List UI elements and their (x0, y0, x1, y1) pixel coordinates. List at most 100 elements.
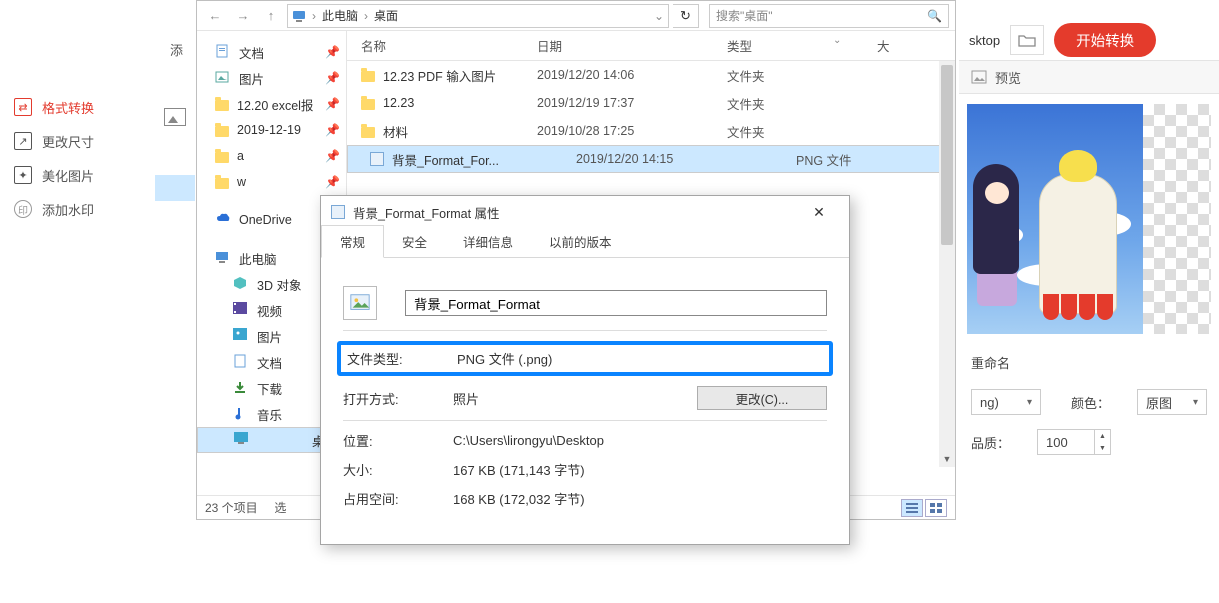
change-button[interactable]: 更改(C)... (697, 386, 827, 410)
close-button[interactable]: ✕ (799, 198, 839, 226)
right-panel: sktop 开始转换 预览 (959, 20, 1219, 462)
start-convert-button[interactable]: 开始转换 (1054, 23, 1156, 57)
vid-icon (233, 302, 249, 318)
file-row[interactable]: 背景_Format_For... 2019/12/20 14:15 PNG 文件 (347, 145, 955, 173)
sidebar-item-format[interactable]: ⇄ 格式转换 (0, 90, 150, 124)
search-input[interactable]: 搜索"桌面" 🔍 (709, 4, 949, 28)
tree-label: 3D 对象 (257, 275, 301, 294)
file-date: 2019/10/28 17:25 (537, 124, 727, 138)
file-name: 12.23 PDF 输入图片 (383, 66, 496, 85)
folder-icon (215, 126, 229, 137)
refresh-button[interactable]: ↻ (673, 4, 699, 28)
tree-label: 图片 (239, 69, 264, 88)
file-date: 2019/12/19 17:37 (537, 96, 727, 110)
open-folder-button[interactable] (1010, 25, 1044, 55)
file-row[interactable]: 12.232019/12/19 17:37文件夹 (347, 89, 955, 117)
crumb-sep-icon: › (364, 9, 368, 23)
view-icons-button[interactable] (925, 499, 947, 517)
tree-node[interactable]: w📌 (197, 169, 346, 195)
format-select[interactable]: ng) ▾ (971, 389, 1041, 415)
nav-up-button[interactable]: ↑ (259, 4, 283, 28)
col-type[interactable]: 类型 (727, 36, 877, 55)
props-tab[interactable]: 常规 (321, 225, 384, 258)
col-name[interactable]: 名称 (347, 36, 537, 55)
column-headers[interactable]: 名称 日期 类型 大 (347, 31, 955, 61)
pc-icon (292, 9, 306, 23)
tree-node[interactable]: 2019-12-19📌 (197, 117, 346, 143)
file-row[interactable]: 12.23 PDF 输入图片2019/12/20 14:06文件夹 (347, 61, 955, 89)
pic2-icon (233, 328, 249, 344)
size-label: 大小: (343, 460, 453, 479)
tree-label: 视频 (257, 301, 282, 320)
3d-icon (233, 276, 249, 292)
sidebar-item-resize[interactable]: ↗ 更改尺寸 (0, 124, 150, 158)
file-type: PNG 文件 (796, 150, 946, 169)
sort-indicator-icon: ⌄ (833, 35, 841, 46)
file-date: 2019/12/20 14:15 (576, 152, 766, 166)
file-name: 背景_Format_For... (392, 150, 499, 169)
tree-node[interactable]: a📌 (197, 143, 346, 169)
color-value: 原图 (1146, 393, 1172, 412)
sidebar-item-label: 更改尺寸 (42, 132, 94, 151)
pin-icon: 📌 (325, 175, 340, 189)
quality-value: 100 (1046, 435, 1068, 450)
props-tab[interactable]: 安全 (384, 226, 445, 257)
add-label: 添 (170, 40, 183, 59)
file-row[interactable]: 材料2019/10/28 17:25文件夹 (347, 117, 955, 145)
breadcrumb-desktop[interactable]: 桌面 (374, 7, 398, 24)
format-icon: ⇄ (14, 98, 32, 116)
tree-label: 图片 (257, 327, 282, 346)
folder-icon (361, 71, 375, 82)
tree-label: 12.20 excel报 (237, 95, 313, 114)
scrollbar-thumb[interactable] (941, 65, 953, 245)
pin-icon: 📌 (325, 71, 340, 85)
file-type: 文件夹 (727, 94, 877, 113)
tree-label: 文档 (239, 43, 264, 62)
props-tab[interactable]: 详细信息 (445, 226, 531, 257)
pic-icon (215, 70, 231, 86)
step-down-icon[interactable]: ▼ (1095, 442, 1110, 454)
tree-node[interactable]: 文档📌 (197, 39, 346, 65)
folder-icon (361, 127, 375, 138)
tree-node[interactable]: 12.20 excel报📌 (197, 91, 346, 117)
location-value: C:\Users\lirongyu\Desktop (453, 433, 604, 448)
sidebar-item-watermark[interactable]: 印 添加水印 (0, 192, 150, 226)
chevron-down-icon: ▾ (1193, 397, 1198, 408)
search-placeholder: 搜索"桌面" (716, 7, 773, 24)
format-value: ng) (980, 395, 999, 410)
folder-icon (215, 100, 229, 111)
view-details-button[interactable] (901, 499, 923, 517)
sidebar-item-beautify[interactable]: ✦ 美化图片 (0, 158, 150, 192)
col-date[interactable]: 日期 (537, 36, 727, 55)
doc-icon (215, 44, 231, 60)
color-label: 颜色： (1071, 393, 1127, 412)
filename-input[interactable] (405, 290, 827, 316)
file-type-icon (343, 286, 377, 320)
chevron-down-icon[interactable]: ⌄ (654, 9, 664, 23)
mus-icon (233, 406, 249, 422)
preview-image (967, 104, 1143, 334)
rename-label: 重命名 (971, 353, 1010, 372)
pin-icon: 📌 (325, 149, 340, 163)
preview-header: 预览 (959, 60, 1219, 94)
color-select[interactable]: 原图 ▾ (1137, 389, 1207, 415)
col-size[interactable]: 大 (877, 36, 890, 55)
tree-node[interactable]: 图片 📌 (197, 65, 346, 91)
cloud-icon (215, 212, 231, 228)
address-bar[interactable]: › 此电脑 › 桌面 ⌄ (287, 4, 669, 28)
scroll-down-icon[interactable]: ▼ (939, 451, 955, 467)
vertical-scrollbar[interactable]: ▲ ▼ (939, 61, 955, 467)
folder-icon (215, 152, 229, 163)
tree-label: 下载 (257, 379, 282, 398)
properties-dialog: 背景_Format_Format 属性 ✕ 常规安全详细信息以前的版本 文件类型… (320, 195, 850, 545)
step-up-icon[interactable]: ▲ (1095, 430, 1110, 442)
nav-back-button[interactable]: ← (203, 4, 227, 28)
filetype-label: 文件类型: (347, 349, 457, 368)
breadcrumb-pc[interactable]: 此电脑 (322, 7, 358, 24)
tree-label: 2019-12-19 (237, 123, 301, 137)
quality-stepper[interactable]: 100 ▲▼ (1037, 429, 1111, 455)
preview-label: 预览 (995, 68, 1021, 87)
filetype-value: PNG 文件 (.png) (457, 349, 552, 368)
nav-forward-button[interactable]: → (231, 4, 255, 28)
props-tab[interactable]: 以前的版本 (531, 226, 630, 257)
